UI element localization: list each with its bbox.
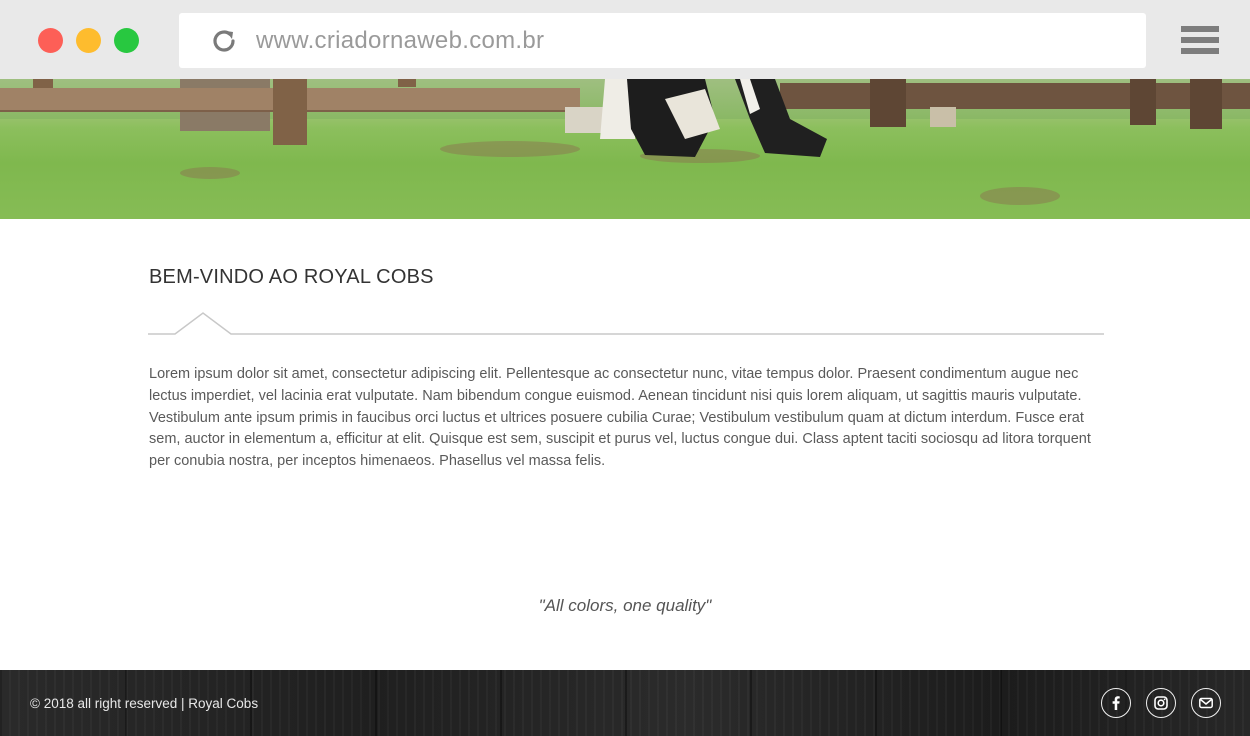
menu-line <box>1181 37 1219 43</box>
fence-rail <box>780 83 1250 109</box>
copyright-text: © 2018 all right reserved | Royal Cobs <box>30 696 259 711</box>
dirt-patch <box>440 141 580 157</box>
tagline-quote: "All colors, one quality" <box>538 596 712 615</box>
close-window-button[interactable] <box>38 28 63 53</box>
hero-image <box>0 79 1250 219</box>
footer: © 2018 all right reserved | Royal Cobs <box>0 670 1250 736</box>
instagram-icon <box>1154 696 1168 710</box>
hamburger-menu-icon[interactable] <box>1181 26 1219 56</box>
fence-post <box>398 79 416 87</box>
fence-post <box>1190 79 1222 129</box>
url-text[interactable]: www.criadornaweb.com.br <box>256 27 544 55</box>
intro-paragraph: Lorem ipsum dolor sit amet, consectetur … <box>149 366 1091 470</box>
reload-icon[interactable] <box>209 26 239 56</box>
fence-post <box>930 107 956 127</box>
section-divider <box>148 312 1104 335</box>
instagram-link[interactable] <box>1146 688 1176 718</box>
fence-post <box>1130 79 1156 125</box>
fence-post <box>273 79 307 145</box>
facebook-icon <box>1112 696 1120 710</box>
address-bar[interactable]: www.criadornaweb.com.br <box>179 13 1146 68</box>
email-link[interactable] <box>1191 688 1221 718</box>
dirt-patch <box>980 187 1060 205</box>
facebook-link[interactable] <box>1101 688 1131 718</box>
browser-toolbar: www.criadornaweb.com.br <box>0 0 1250 79</box>
maximize-window-button[interactable] <box>114 28 139 53</box>
horse-legs <box>565 79 827 157</box>
fence-post <box>870 79 906 127</box>
email-icon <box>1199 697 1213 709</box>
menu-line <box>1181 48 1219 54</box>
menu-line <box>1181 26 1219 32</box>
minimize-window-button[interactable] <box>76 28 101 53</box>
dirt-patch <box>180 167 240 179</box>
page-title: BEM-VINDO AO ROYAL COBS <box>149 266 434 288</box>
